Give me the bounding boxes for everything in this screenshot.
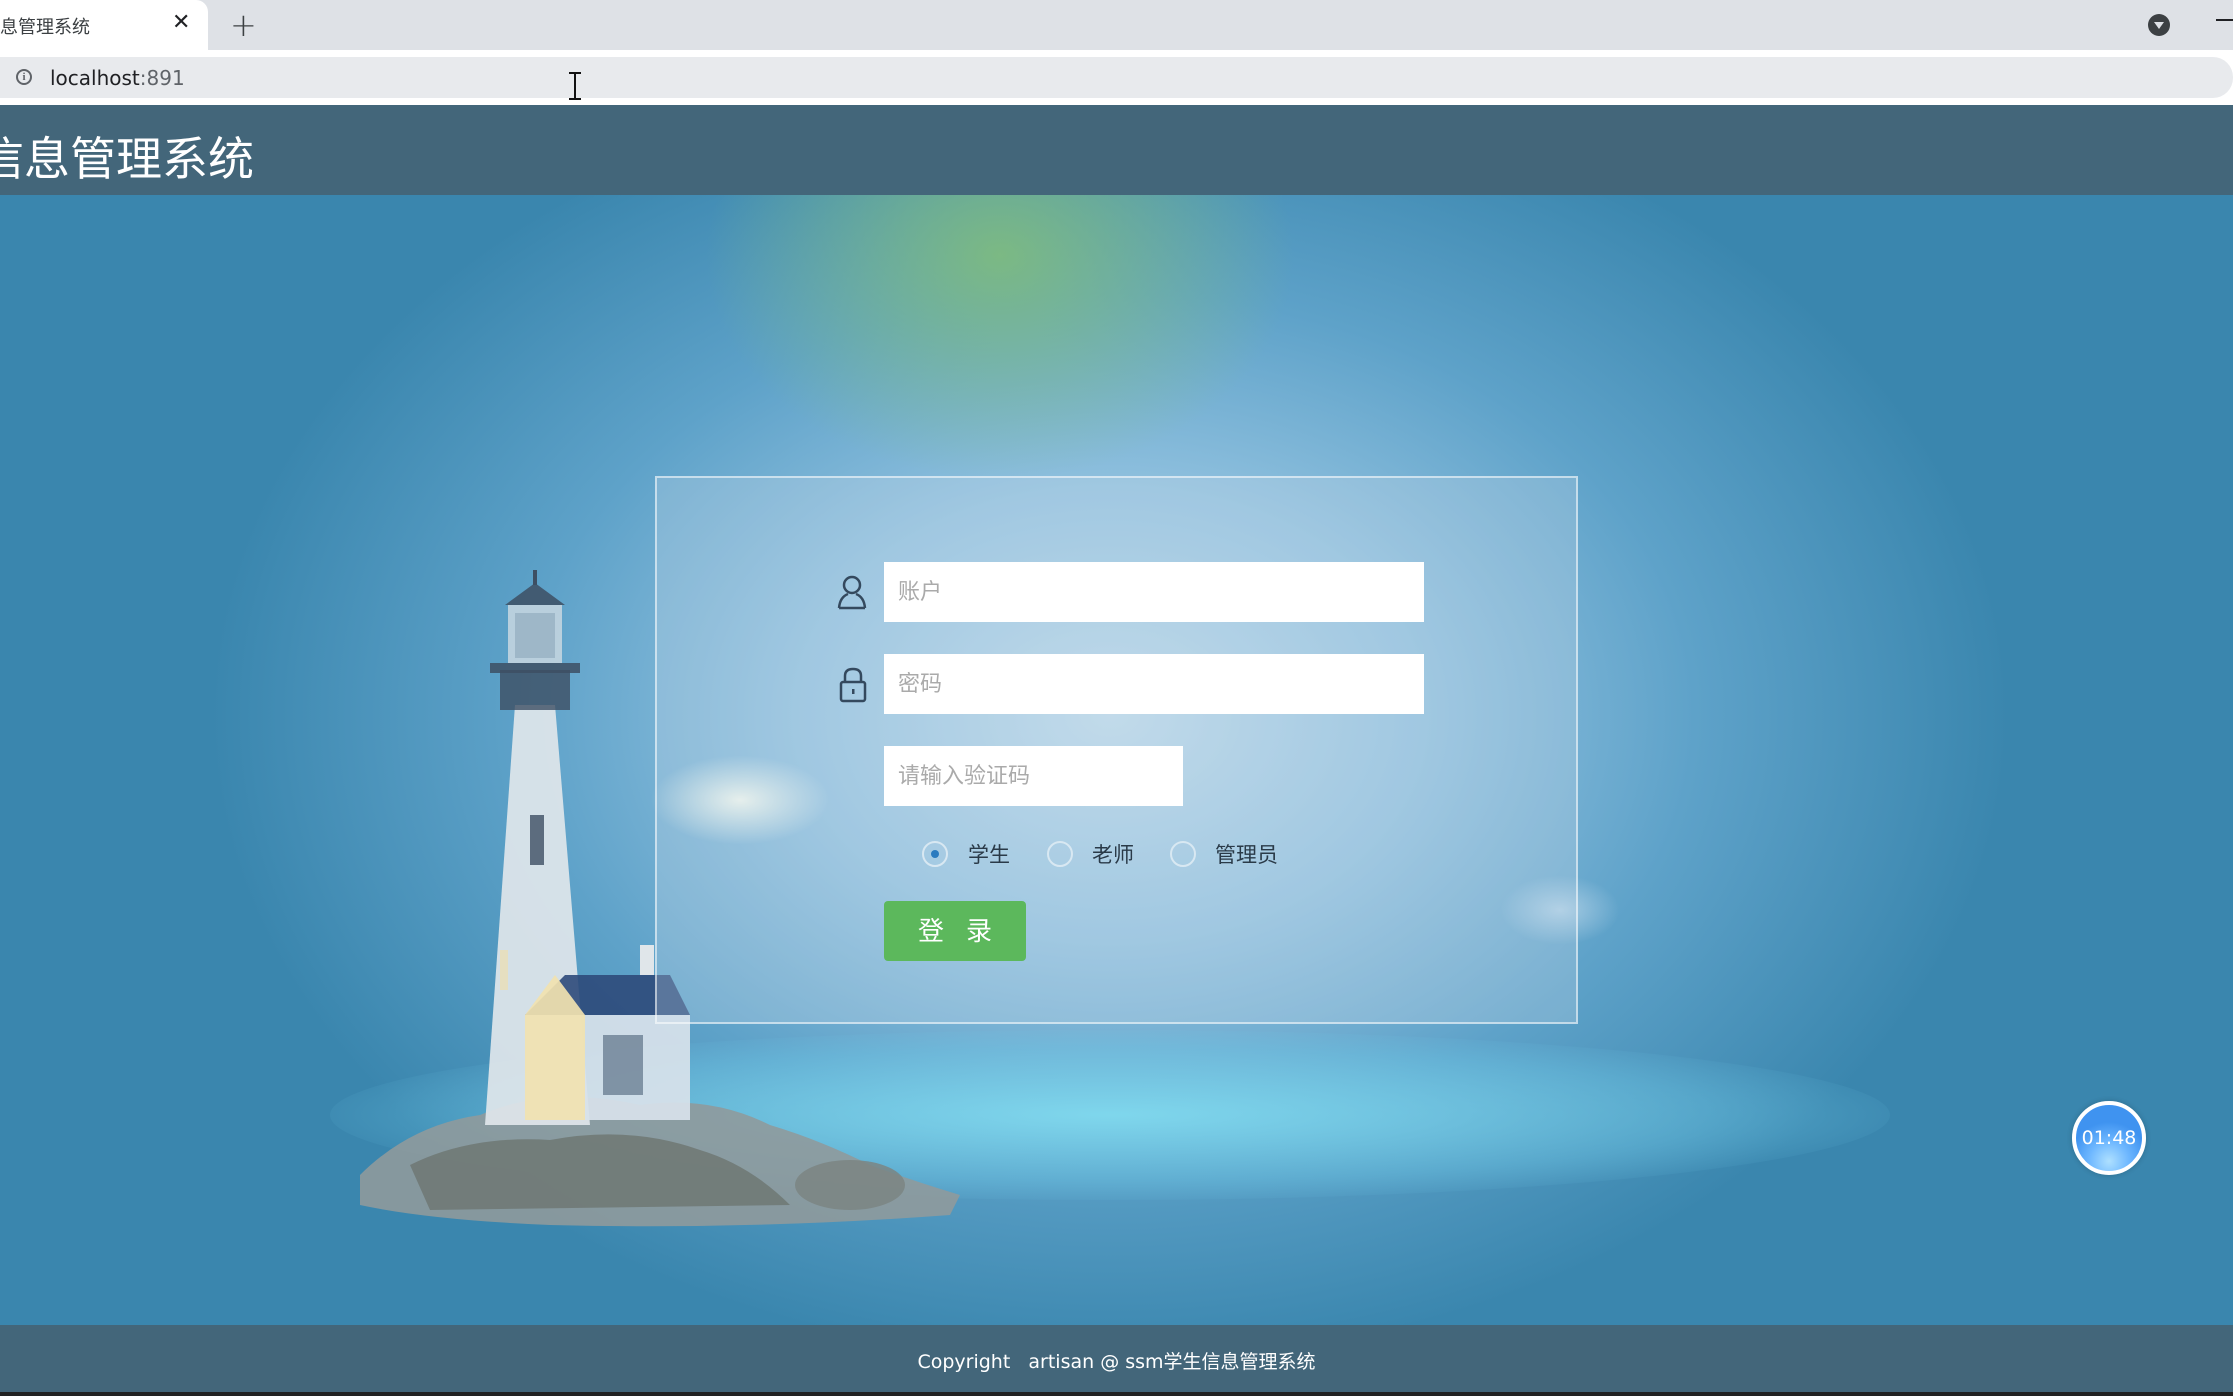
url-text[interactable]: localhost:891 (50, 66, 185, 90)
app-header: 信息管理系统 (0, 105, 2233, 195)
tab-title: 息管理系统 (0, 17, 90, 38)
role-radio-teacher[interactable] (1047, 841, 1073, 867)
role-label-admin[interactable]: 管理员 (1215, 839, 1278, 869)
info-icon[interactable]: i (16, 69, 32, 85)
lock-icon (839, 667, 867, 703)
login-button[interactable]: 登录 (884, 901, 1026, 961)
copyright-text: Copyright artisan @ ssm学生信息管理系统 (917, 1351, 1316, 1373)
timer-badge[interactable]: 01:48 (2072, 1101, 2146, 1175)
page-footer: Copyright artisan @ ssm学生信息管理系统 (0, 1325, 2233, 1396)
role-label-student[interactable]: 学生 (968, 839, 1010, 869)
browser-tab-bar: 息管理系统 ✕ + (0, 0, 2233, 50)
user-icon (837, 575, 867, 610)
taskbar-edge (0, 1392, 2233, 1396)
address-bar-row: i localhost:891 (0, 50, 2233, 105)
minimize-icon[interactable] (2216, 19, 2233, 21)
role-label-teacher[interactable]: 老师 (1092, 839, 1134, 869)
captcha-input[interactable] (884, 746, 1183, 806)
close-tab-icon[interactable]: ✕ (172, 10, 190, 35)
text-cursor-icon (569, 72, 581, 100)
new-tab-icon[interactable]: + (230, 6, 257, 44)
profile-dropdown-icon[interactable] (2148, 14, 2170, 36)
account-input[interactable] (884, 562, 1424, 622)
role-radio-admin[interactable] (1170, 841, 1196, 867)
url-port: :891 (139, 66, 185, 90)
page-title: 信息管理系统 (0, 132, 254, 186)
role-radio-student[interactable] (922, 841, 948, 867)
browser-tab[interactable]: 息管理系统 ✕ (0, 0, 208, 50)
address-bar[interactable]: i localhost:891 (0, 57, 2233, 98)
url-host: localhost (50, 66, 140, 90)
password-input[interactable] (884, 654, 1424, 714)
login-page-background: 学生 老师 管理员 登录 01:48 (0, 195, 2233, 1325)
